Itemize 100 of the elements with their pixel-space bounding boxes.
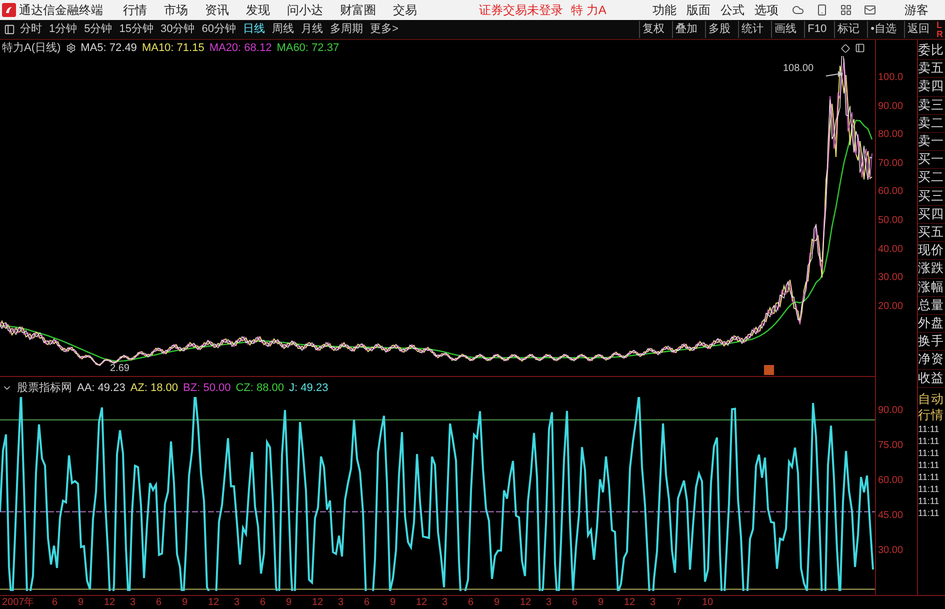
date-label: 6	[52, 596, 59, 609]
axis-label: 90.00	[878, 100, 904, 113]
low-price-label: 2.69	[110, 362, 130, 376]
axis-label: 20.00	[878, 300, 904, 313]
axis-label: 60.00	[878, 186, 904, 198]
date-label: 3	[338, 596, 345, 609]
menu-item[interactable]: 版面	[686, 1, 710, 19]
date-label: 6	[468, 596, 475, 609]
quote-field-label: 现价	[918, 242, 945, 260]
toolbar-button[interactable]: 画线	[770, 21, 800, 38]
peak-price-label: 108.00	[783, 62, 814, 76]
ma-value: MA20: 68.12	[209, 40, 272, 56]
period-tab[interactable]: 60分钟	[202, 21, 236, 38]
date-label: 9	[494, 596, 501, 609]
indicator-value: J: 49.23	[289, 380, 328, 396]
panel-icon[interactable]	[855, 43, 865, 53]
menu-item[interactable]: 公式	[720, 1, 744, 19]
quote-field-label: 买三	[918, 188, 945, 206]
quote-field-label: 涨跌	[918, 260, 945, 279]
date-label: 12	[416, 596, 428, 609]
date-label: 12	[312, 596, 324, 609]
grid-icon[interactable]	[840, 4, 852, 16]
axis-label: 50.00	[878, 214, 904, 227]
toolbar-button[interactable]: 标记	[834, 21, 863, 38]
trade-time: 11:11	[918, 434, 940, 447]
period-tab[interactable]: 周线	[272, 21, 294, 38]
cloud-icon[interactable]	[792, 4, 804, 16]
login-notice[interactable]: 证券交易未登录	[479, 1, 563, 19]
mail-icon[interactable]	[864, 4, 876, 16]
quote-field-label: 涨幅	[918, 278, 945, 297]
menu-item[interactable]: 选项	[754, 1, 778, 19]
axis-label: 100.0	[878, 72, 904, 84]
quote-field-label: 买一	[918, 151, 945, 170]
menu-item[interactable]: 行情	[123, 1, 147, 19]
date-label: 7	[676, 596, 683, 609]
phone-icon[interactable]	[816, 4, 828, 16]
gear-icon[interactable]	[66, 43, 76, 53]
indicator-value: CZ: 88.00	[236, 380, 284, 396]
date-label: 6	[572, 596, 579, 609]
marker-icon	[764, 365, 774, 375]
toolbar-button[interactable]: 统计	[738, 21, 767, 38]
menu-item[interactable]: 交易	[393, 1, 417, 19]
quote-field-label: 收益	[918, 370, 945, 388]
menu-item[interactable]: 发现	[246, 1, 270, 19]
trade-time: 11:11	[918, 458, 940, 471]
date-label: 12	[624, 596, 636, 609]
toolbar-button[interactable]: 多股	[704, 21, 734, 38]
toolbar-button[interactable]: F10	[804, 21, 830, 38]
trade-time: 11:11	[918, 446, 940, 459]
period-tab[interactable]: 分时	[20, 21, 42, 38]
date-label: 3	[442, 596, 449, 609]
period-tab[interactable]: 5分钟	[84, 21, 112, 38]
quote-field-label: 净资	[918, 351, 945, 370]
more-button[interactable]: 更多>	[370, 21, 398, 38]
user-label[interactable]: 游客	[904, 1, 928, 19]
menu-item[interactable]: 功能	[652, 1, 676, 19]
menu-item[interactable]: 市场	[164, 1, 188, 19]
date-label: 6	[156, 596, 163, 609]
period-tab[interactable]: 月线	[301, 21, 323, 38]
menu-item[interactable]: 问小达	[287, 1, 323, 19]
axis-label: 40.00	[878, 244, 904, 256]
period-tab[interactable]: 15分钟	[119, 21, 154, 38]
date-label: 6	[260, 596, 267, 609]
quote-field-label: 卖三	[918, 96, 945, 115]
axis-label: 75.00	[878, 440, 904, 452]
toolbar-button[interactable]: 叠加	[672, 21, 701, 38]
menu-item[interactable]: 资讯	[205, 1, 229, 19]
period-tab[interactable]: 1分钟	[49, 21, 78, 38]
period-tab[interactable]: 30分钟	[160, 21, 195, 38]
date-label: 12	[104, 596, 116, 609]
toolbar-button[interactable]: •自选	[866, 21, 900, 38]
trade-time: 11:11	[918, 482, 940, 495]
ma-value: MA10: 71.15	[142, 40, 204, 56]
diamond-icon[interactable]	[841, 44, 850, 52]
indicator-value: AZ: 18.00	[130, 380, 178, 396]
ma-value: MA5: 72.49	[80, 40, 137, 56]
axis-label: 30.00	[878, 272, 904, 284]
menu-item[interactable]: 财富圈	[340, 1, 376, 19]
corner-label[interactable]: L	[936, 20, 943, 30]
panel-icon[interactable]	[4, 24, 15, 35]
period-tab[interactable]: 多周期	[330, 21, 363, 38]
quote-field-label: 换手	[918, 333, 945, 352]
toolbar-button[interactable]: 返回	[904, 21, 932, 38]
date-label: 2007年	[2, 596, 36, 609]
quote-field-label: 卖四	[918, 78, 945, 97]
quote-label: 自动	[918, 390, 945, 407]
corner-label[interactable]: R	[936, 30, 943, 38]
axis-label: 90.00	[878, 405, 904, 417]
arrow-icon	[826, 71, 843, 77]
quote-field-label: 外盘	[918, 315, 945, 334]
date-label: 9	[182, 596, 189, 609]
trade-time: 11:11	[918, 422, 940, 435]
period-tab[interactable]: 日线	[243, 21, 265, 38]
toolbar-button[interactable]: 复权	[638, 21, 668, 38]
date-label: 10	[702, 596, 714, 609]
indicator-title: 股票指标网	[17, 380, 72, 396]
axis-label: 80.00	[878, 129, 904, 142]
app-logo-icon	[2, 3, 16, 17]
quote-field-label: 买四	[918, 206, 945, 224]
quote-field-label: 委比	[918, 42, 945, 60]
